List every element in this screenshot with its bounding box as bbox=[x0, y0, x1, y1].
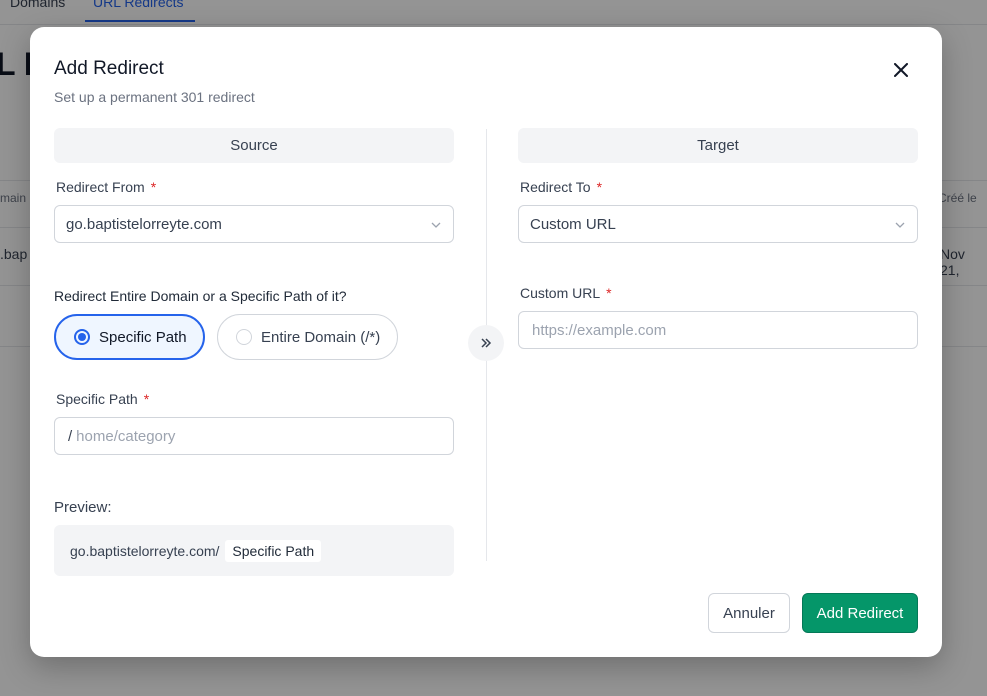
direction-indicator bbox=[468, 325, 504, 361]
add-redirect-button[interactable]: Add Redirect bbox=[802, 593, 918, 633]
required-marker: * bbox=[596, 179, 603, 195]
redirect-to-value: Custom URL bbox=[530, 215, 616, 233]
cancel-button[interactable]: Annuler bbox=[708, 593, 790, 633]
chevrons-right-icon bbox=[481, 338, 492, 348]
specific-path-input[interactable]: / home/category bbox=[54, 417, 454, 455]
source-header: Source bbox=[54, 128, 454, 163]
redirect-from-value: go.baptistelorreyte.com bbox=[66, 215, 222, 233]
option-entire-domain-label: Entire Domain (/*) bbox=[261, 328, 381, 346]
add-redirect-dialog: Add Redirect Set up a permanent 301 redi… bbox=[30, 27, 942, 657]
specific-path-placeholder: home/category bbox=[76, 427, 176, 445]
target-header: Target bbox=[518, 128, 918, 163]
path-prefix: / bbox=[68, 427, 73, 445]
close-button[interactable] bbox=[888, 57, 914, 83]
required-marker: * bbox=[606, 285, 612, 301]
close-icon bbox=[894, 63, 908, 77]
custom-url-label: Custom URL * bbox=[520, 285, 612, 301]
specific-path-label: Specific Path * bbox=[56, 391, 150, 407]
preview-path-chip: Specific Path bbox=[225, 539, 322, 562]
redirect-mode-question: Redirect Entire Domain or a Specific Pat… bbox=[54, 288, 347, 304]
redirect-from-select[interactable]: go.baptistelorreyte.com bbox=[54, 205, 454, 243]
redirect-from-label: Redirect From * bbox=[56, 179, 157, 195]
redirect-to-label: Redirect To * bbox=[520, 179, 603, 195]
preview-label: Preview: bbox=[54, 499, 112, 516]
radio-unselected-icon bbox=[236, 329, 252, 345]
option-entire-domain[interactable]: Entire Domain (/*) bbox=[217, 314, 398, 360]
radio-selected-icon bbox=[74, 329, 90, 345]
preview-box: go.baptistelorreyte.com/ Specific Path bbox=[54, 525, 454, 576]
dialog-title: Add Redirect bbox=[54, 58, 164, 79]
option-specific-path-label: Specific Path bbox=[99, 328, 187, 346]
custom-url-input[interactable]: https://example.com bbox=[518, 311, 918, 349]
required-marker: * bbox=[150, 179, 157, 195]
required-marker: * bbox=[143, 391, 150, 407]
option-specific-path[interactable]: Specific Path bbox=[54, 314, 205, 360]
preview-domain: go.baptistelorreyte.com/ bbox=[70, 542, 220, 559]
dialog-subtitle: Set up a permanent 301 redirect bbox=[54, 89, 255, 105]
redirect-to-select[interactable]: Custom URL bbox=[518, 205, 918, 243]
custom-url-placeholder: https://example.com bbox=[532, 321, 667, 339]
chevron-down-icon bbox=[431, 222, 441, 228]
chevron-down-icon bbox=[895, 222, 905, 228]
